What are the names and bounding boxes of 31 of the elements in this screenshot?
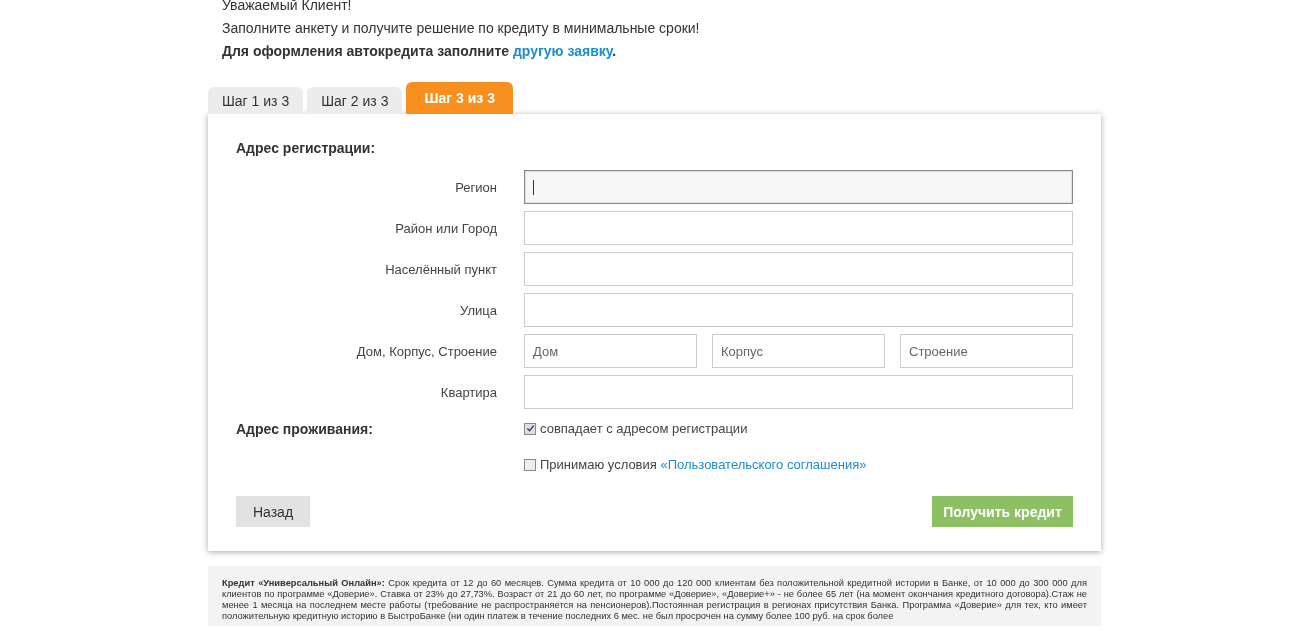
field-label: Район или Город	[394, 220, 497, 236]
user-agreement-link[interactable]: «Пользовательского соглашения»	[660, 457, 867, 472]
other-application-link[interactable]: другую заявку	[512, 43, 613, 59]
field-label: Населённый пункт	[384, 261, 497, 277]
step-tab[interactable]: Шаг 1 из 3	[208, 87, 304, 114]
section-title: Адрес регистрации:	[236, 140, 377, 156]
field-label: Регион	[454, 179, 497, 195]
get-credit-button[interactable]: Получить кредит	[932, 496, 1073, 527]
greeting-text: Уважаемый Клиент!	[222, 0, 353, 15]
input-field[interactable]	[524, 252, 1073, 286]
step-tab[interactable]: Шаг 3 из 3	[406, 82, 513, 114]
back-button[interactable]: Назад	[236, 496, 310, 527]
disclaimer-text: Кредит «Универсальный Онлайн»: Срок кредита от 12 до 60 месяцев. Сумма кредита от 10 000 до 120 000 клиентам без положительной кредитной истории в Банке, от 10 000 до 300 000 для клиентов по программе «Доверие». Ставка от 23% до 27,73%. Возраст от 21 до 60 лет, по программе «Доверие», «Доверие+» - не более 65 лет (на момент окончания кредитного договора).Стаж не менее 1 месяца на последнем месте работы (требование не распространяется на пенсионеров).Постоянная регистрация в регионах присутствия Банка. Программа «Доверие» для тех, кто имеет положительную кредитную историю в БыстроБанке (ни один платеж в течение последних 6 мес. не был просрочен на сумму более 100 руб. на срок более	[222, 578, 1087, 622]
checkbox-label: совпадает с адресом регистрации	[540, 421, 748, 436]
input-field[interactable]	[524, 375, 1073, 409]
input-field[interactable]	[524, 211, 1073, 245]
section-title: Адрес проживания:	[236, 421, 374, 437]
field-label: Дом, Корпус, Строение	[355, 343, 497, 359]
checkbox[interactable]	[524, 422, 536, 435]
input-field[interactable]: Дом	[524, 334, 697, 368]
input-field[interactable]: Корпус	[712, 334, 885, 368]
agreement-label: Принимаю условия «Пользовательского соглашения»	[540, 457, 867, 472]
input-field[interactable]	[524, 170, 1073, 204]
field-label: Квартира	[439, 384, 497, 400]
checkbox[interactable]	[524, 458, 536, 471]
field-label: Улица	[459, 302, 497, 318]
step-tab[interactable]: Шаг 2 из 3	[307, 87, 403, 114]
auto-loan-note: Для оформления автокредита заполните другую заявку.	[222, 42, 618, 61]
input-field[interactable]: Строение	[900, 334, 1073, 368]
input-field[interactable]	[524, 293, 1073, 327]
intro-text: Заполните анкету и получите решение по кредиту в минимальные сроки!	[222, 19, 701, 38]
